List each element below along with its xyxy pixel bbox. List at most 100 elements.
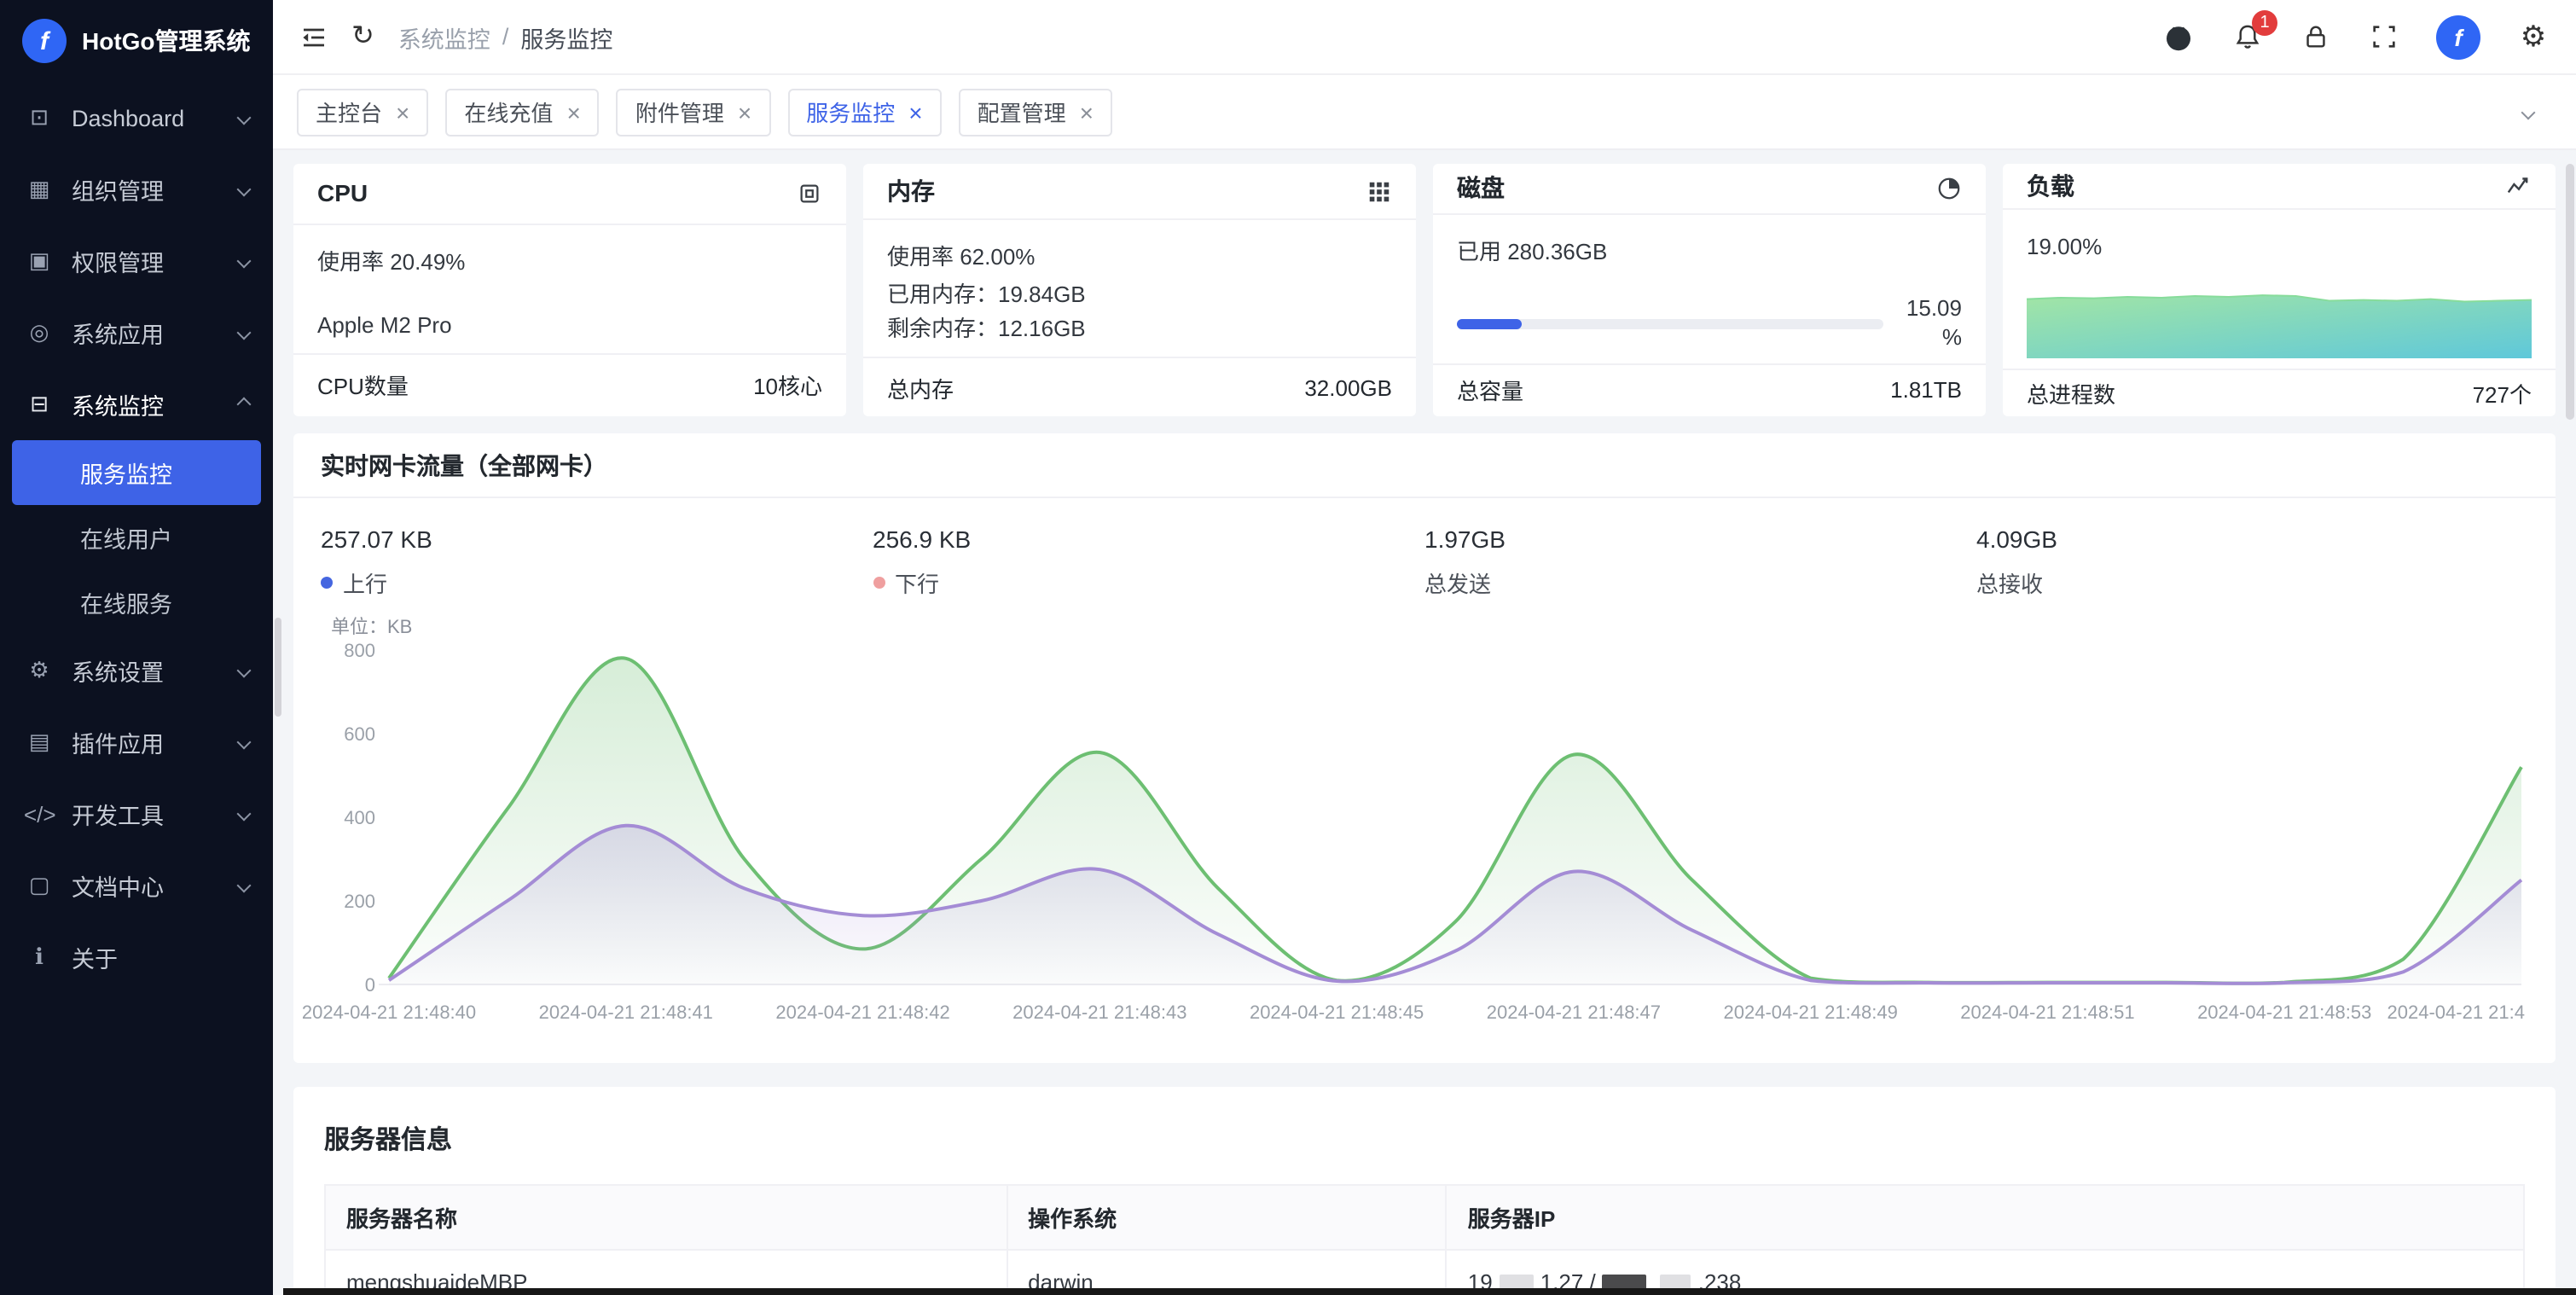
fullscreen-icon[interactable]	[2368, 21, 2399, 52]
sidebar-collapse-icon[interactable]	[300, 23, 328, 50]
tabs-dropdown-button[interactable]	[2504, 88, 2552, 136]
legend-dot-icon	[321, 577, 333, 589]
memory-grid-icon	[1366, 178, 1392, 204]
sidebar-submenu: 服务监控在线用户在线服务	[0, 440, 273, 635]
cpu-card: CPU 使用率 20.49% Apple M2 Pro CPU数量 10核心	[293, 164, 846, 416]
tab-service-monitor[interactable]: 服务监控 ×	[787, 88, 941, 136]
disk-usage-progress: 15.09 %	[1457, 295, 1962, 353]
sidebar-item-label: 组织管理	[72, 172, 164, 206]
sidebar-item-docs[interactable]: ▢文档中心	[0, 850, 273, 921]
progress-track	[1457, 318, 1883, 328]
github-icon[interactable]	[2163, 21, 2194, 52]
sidebar-item-plugins[interactable]: ▤插件应用	[0, 706, 273, 778]
settings-gear-icon[interactable]: ⚙	[2518, 21, 2549, 52]
net-stat-2: 1.97GB总发送	[1424, 526, 1976, 599]
net-stat-3: 4.09GB总接收	[1976, 526, 2528, 599]
tab-close-icon[interactable]: ×	[396, 100, 409, 124]
sidebar-item-dashboard[interactable]: ⊡Dashboard	[0, 82, 273, 154]
tab-list: 主控台×在线充值×附件管理×服务监控×配置管理×	[297, 88, 1112, 136]
tab-close-icon[interactable]: ×	[908, 100, 922, 124]
column-header-0: 服务器名称	[325, 1185, 1007, 1250]
sidebar-subitem-service-monitor[interactable]: 服务监控	[12, 440, 261, 505]
refresh-icon[interactable]: ↻	[351, 23, 374, 50]
notification-badge: 1	[2252, 9, 2277, 35]
app-logo[interactable]: f HotGo管理系统	[0, 0, 273, 82]
chevron-down-icon	[237, 879, 252, 893]
permission-icon: ▣	[24, 247, 55, 275]
tab-label: 服务监控	[806, 96, 895, 128]
sidebar-item-about[interactable]: ℹ关于	[0, 921, 273, 993]
sidebar-subitem-online-services[interactable]: 在线服务	[0, 570, 273, 635]
svg-text:2024-04-21 21:48:49: 2024-04-21 21:48:49	[1724, 1002, 1898, 1023]
svg-text:2024-04-21 21:48:42: 2024-04-21 21:48:42	[775, 1002, 949, 1023]
load-footer-label: 总进程数	[2027, 377, 2115, 409]
net-stat-label-row: 上行	[321, 566, 873, 599]
sidebar-menu: ⊡Dashboard ▦ 组织管理 ▣ 权限管理 ◎系统应用⊟系统监控服务监控在线用户在线…	[0, 82, 273, 993]
sidebar-item-system-monitor[interactable]: ⊟系统监控	[0, 369, 273, 440]
sidebar-subitem-online-users[interactable]: 在线用户	[0, 505, 273, 570]
chevron-down-icon	[237, 664, 252, 678]
svg-text:2024-04-21 21:4: 2024-04-21 21:4	[2387, 1002, 2525, 1023]
tab-close-icon[interactable]: ×	[566, 100, 580, 124]
breadcrumb-current: 服务监控	[520, 20, 612, 54]
sidebar-item-system-settings[interactable]: ⚙系统设置	[0, 635, 273, 706]
tab-label: 在线充值	[464, 96, 553, 128]
net-stat-0: 257.07 KB上行	[321, 526, 873, 599]
tab-bar: 主控台×在线充值×附件管理×服务监控×配置管理×	[273, 75, 2576, 150]
sidebar-item-label: 权限管理	[72, 244, 164, 278]
disk-footer-label: 总容量	[1457, 375, 1523, 407]
tab-console[interactable]: 主控台 ×	[297, 88, 428, 136]
load-card-title: 负载	[2027, 169, 2074, 203]
user-avatar[interactable]: f	[2436, 15, 2480, 59]
memory-card: 内存 使用率 62.00% 已用内存：19.84GB 剩余内存：12.16GB …	[863, 164, 1416, 416]
sidebar-item-system-apps[interactable]: ◎系统应用	[0, 297, 273, 369]
disk-used: 已用 280.36GB	[1457, 235, 1962, 270]
disk-footer-value: 1.81TB	[1890, 378, 1962, 404]
memory-card-title: 内存	[887, 174, 935, 208]
memory-free: 剩余内存：12.16GB	[887, 312, 1392, 346]
disk-percent-sign: %	[1900, 323, 1962, 352]
sidebar-item-permission[interactable]: ▣ 权限管理	[0, 225, 273, 297]
svg-text:0: 0	[365, 974, 375, 996]
chevron-down-icon	[237, 326, 252, 340]
content-scrollbar-thumb[interactable]	[275, 618, 281, 717]
network-card-title: 实时网卡流量（全部网卡）	[293, 433, 2556, 498]
sidebar-item-devtools[interactable]: </>开发工具	[0, 778, 273, 850]
org-icon: ▦	[24, 176, 55, 203]
svg-text:2024-04-21 21:48:47: 2024-04-21 21:48:47	[1487, 1002, 1661, 1023]
disk-card: 磁盘 已用 280.36GB 15.09	[1433, 164, 1986, 416]
legend-dot-icon	[873, 577, 885, 589]
lock-screen-icon[interactable]	[2300, 21, 2330, 52]
tab-online-recharge[interactable]: 在线充值 ×	[445, 88, 599, 136]
svg-text:2024-04-21 21:48:40: 2024-04-21 21:48:40	[302, 1002, 476, 1023]
page-scrollbar-thumb[interactable]	[2566, 164, 2574, 420]
disk-pie-icon	[1936, 176, 1962, 201]
tab-close-icon[interactable]: ×	[738, 100, 751, 124]
tab-config[interactable]: 配置管理×	[959, 88, 1112, 136]
sidebar-item-label: 关于	[72, 940, 118, 974]
net-stat-label: 上行	[343, 566, 387, 599]
net-stat-label: 下行	[895, 566, 939, 599]
breadcrumb-parent[interactable]: 系统监控	[398, 20, 490, 54]
cpu-usage: 使用率 20.49%	[317, 245, 822, 279]
chevron-down-icon	[237, 254, 252, 269]
disk-progress-fill	[1457, 318, 1521, 328]
chevron-down-icon	[237, 807, 252, 822]
net-stat-label-row: 下行	[873, 566, 1424, 599]
sidebar-item-organization[interactable]: ▦ 组织管理	[0, 154, 273, 225]
disk-card-title: 磁盘	[1457, 171, 1505, 206]
svg-text:2024-04-21 21:48:53: 2024-04-21 21:48:53	[2197, 1002, 2371, 1023]
app-root: f HotGo管理系统 ⊡Dashboard ▦ 组织管理 ▣ 权限管理 ◎系统应用⊟系统…	[0, 0, 2576, 1295]
tab-label: 主控台	[316, 96, 382, 128]
disk-percent: 15.09 %	[1900, 295, 1962, 353]
stat-cards-row: CPU 使用率 20.49% Apple M2 Pro CPU数量 10核心	[293, 164, 2556, 416]
svg-text:2024-04-21 21:48:51: 2024-04-21 21:48:51	[1960, 1002, 2134, 1023]
settings-icon: ⚙	[24, 657, 55, 684]
tab-label: 附件管理	[635, 96, 724, 128]
notifications-bell-icon[interactable]: 1	[2231, 21, 2262, 52]
tab-attachments[interactable]: 附件管理 ×	[617, 88, 770, 136]
breadcrumb-separator: /	[502, 24, 509, 49]
plugin-icon: ▤	[24, 729, 55, 756]
tab-close-icon[interactable]: ×	[1080, 100, 1094, 124]
chevron-up-icon	[237, 398, 252, 412]
